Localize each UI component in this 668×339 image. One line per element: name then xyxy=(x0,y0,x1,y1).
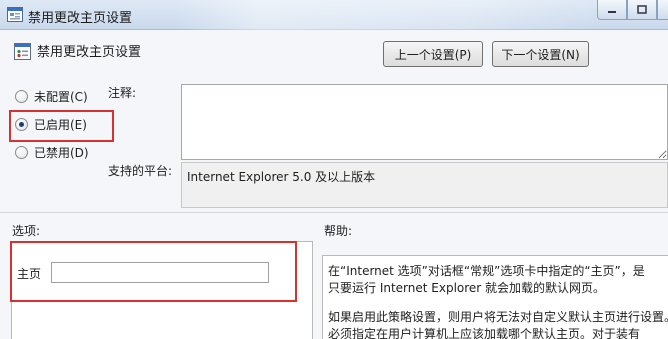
background-blur xyxy=(175,0,595,30)
window-title: 禁用更改主页设置 xyxy=(28,11,133,26)
help-text-line: 只要运行 Internet Explorer 就会加载的默认网页。 xyxy=(328,281,606,295)
options-panel xyxy=(11,241,313,339)
policy-setting-icon xyxy=(14,43,31,60)
radio-not-configured[interactable]: 未配置(C) xyxy=(15,87,88,105)
comment-field[interactable] xyxy=(181,84,668,160)
home-page-label: 主页 xyxy=(17,267,42,281)
setting-title: 禁用更改主页设置 xyxy=(37,45,142,60)
radio-enabled[interactable]: 已启用(E) xyxy=(15,115,87,133)
title-bar: 禁用更改主页设置 xyxy=(0,0,668,30)
help-text-line: 必须指定在用户计算机上应该加载哪个默认主页。对于装有 xyxy=(328,327,641,339)
options-label: 选项: xyxy=(12,224,41,238)
supported-platform-label: 支持的平台: xyxy=(108,164,173,178)
help-text-line: 如果启用此策略设置，则用户将无法对自定义默认主页进行设置。 xyxy=(328,310,668,324)
dialog-content: 禁用更改主页设置 上一个设置(P) 下一个设置(N) 未配置(C) 已启用(E)… xyxy=(0,30,668,339)
divider xyxy=(0,212,668,213)
radio-selected-dot xyxy=(19,121,24,127)
radio-disabled[interactable]: 已禁用(D) xyxy=(15,143,89,161)
help-text-line: 在“Internet 选项”对话框“常规”选项卡中指定的“主页”，是 xyxy=(328,264,645,278)
minimize-button[interactable] xyxy=(597,0,627,20)
radio-label: 已启用(E) xyxy=(34,117,87,132)
policy-setting-icon xyxy=(7,7,23,22)
help-label: 帮助: xyxy=(324,224,353,238)
next-setting-button[interactable]: 下一个设置(N) xyxy=(492,41,589,67)
maximize-icon xyxy=(637,5,647,14)
radio-button[interactable] xyxy=(15,89,28,103)
radio-button[interactable] xyxy=(15,145,28,159)
comment-label: 注释: xyxy=(108,86,137,100)
help-text-panel: 在“Internet 选项”对话框“常规”选项卡中指定的“主页”，是 只要运行 … xyxy=(322,255,668,339)
supported-platform-value: Internet Explorer 5.0 及以上版本 xyxy=(181,162,668,208)
maximize-button[interactable] xyxy=(627,0,657,20)
minimize-icon xyxy=(608,10,616,13)
radio-label: 未配置(C) xyxy=(34,89,88,104)
radio-label: 已禁用(D) xyxy=(34,145,89,160)
radio-button[interactable] xyxy=(15,117,28,131)
close-button[interactable] xyxy=(657,0,668,20)
home-page-input[interactable] xyxy=(51,262,269,283)
previous-setting-button[interactable]: 上一个设置(P) xyxy=(383,41,483,67)
